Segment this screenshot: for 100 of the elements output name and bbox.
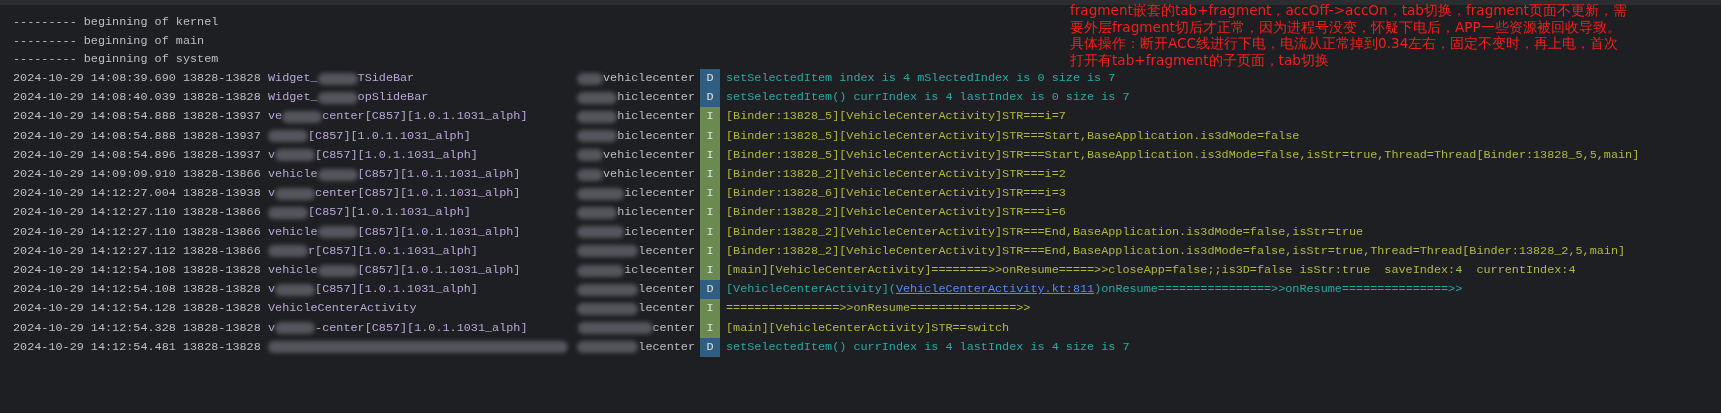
log-tag: [C857][1.0.1.1031_alph] [315,280,478,300]
package-name: vehiclecenter [602,166,695,183]
log-separator: --------- beginning of system [13,51,219,69]
annotation-text: 要外层fragment切后才正常，因为进程号没变，怀疑下电后，APP一些资源被回收导致。 [1070,18,1621,35]
level-badge: I [700,184,720,204]
log-message: setSelectedItem() currIndex is 4 lastIndex is 4 size is 7 [726,338,1130,356]
log-tag: v [268,318,276,338]
level-badge: I [700,222,720,242]
redaction-smudge [317,226,358,239]
package-name: hiclecenter [617,89,695,107]
level-badge: I [700,107,720,127]
level-badge: D [700,280,720,300]
redaction-smudge [577,91,618,104]
log-message: )onResume================>>onResume===============>> [1094,281,1463,299]
log-message: setSelectedItem() currIndex is 4 lastIndex is 0 size is 7 [726,89,1130,107]
log-tag: v [268,184,276,204]
log-message: [VehicleCenterActivity]( [726,281,896,299]
log-timestamp: 2024-10-29 14:08:39.690 13828-13828 [13,70,262,88]
redaction-smudge [317,91,358,104]
package-name: iclecenter [624,223,695,241]
level-badge: I [700,145,720,165]
package-name: lecenter [638,338,695,356]
redaction-smudge [577,226,625,239]
log-timestamp: 2024-10-29 14:12:54.108 13828-13828 [13,261,262,279]
log-tag: Widget_ [268,69,318,89]
package-name: center [652,319,695,337]
level-badge: D [700,69,720,89]
package-name: biclecenter [617,127,695,145]
log-timestamp: 2024-10-29 14:08:40.039 13828-13828 [13,89,262,107]
log-tag: [C857][1.0.1.1031_alph] [357,165,521,185]
level-badge: D [700,337,720,357]
redaction-smudge [577,206,618,219]
annotation-text: 打开有tab+fragment的子页面，tab切换 [1070,51,1329,68]
log-timestamp: 2024-10-29 14:08:54.888 13828-13937 [13,108,262,126]
log-tag: vehicle [268,165,318,185]
package-name: hiclecenter [617,108,695,126]
redaction-smudge [317,168,358,181]
log-timestamp: 2024-10-29 14:12:27.112 13828-13866 [13,242,262,260]
log-tag: v [268,280,276,300]
annotation-text: fragment嵌套的tab+fragment，accOff->accOn，tab切换，fragment页面不更新，需 [1070,2,1627,19]
log-timestamp: 2024-10-29 14:12:27.004 13828-13938 [13,185,262,203]
log-tag: [C857][1.0.1.1031_alph] [357,260,521,281]
log-timestamp: 2024-10-29 14:12:54.328 13828-13828 [13,319,262,337]
package-name: vehiclecenter [602,70,695,88]
redaction-smudge [275,187,316,200]
package-name: vehiclecenter [602,146,695,164]
package-name: lecenter [638,242,695,260]
redaction-smudge [275,322,316,335]
log-message: [Binder:13828_2][VehicleCenterActivity]STR===End,BaseApplication.is3dMode=false,isStr=true,Thread=Thread[Binder:13828_2,5,main] [726,242,1626,260]
log-tag: ve [268,107,283,127]
redaction-smudge [577,130,618,143]
redaction-smudge [577,264,625,277]
log-timestamp: 2024-10-29 14:12:54.128 13828-13828 [13,300,262,318]
package-name: lecenter [638,300,695,318]
log-message: [Binder:13828_6][VehicleCenterActivity]STR===i=3 [726,185,1066,203]
redaction-smudge [268,245,308,258]
annotation-text: 具体操作：断开ACC线进行下电，电流从正常掉到0.34左右，固定不变时，再上电，首次 [1070,35,1619,52]
log-tag: v [268,145,276,165]
log-separator: --------- beginning of kernel [13,14,219,31]
package-name: iclecenter [624,261,695,279]
redaction-smudge [317,72,358,85]
package-name: hiclecenter [617,204,695,222]
log-tag: center[C857][1.0.1.1031_alph] [322,107,528,127]
log-timestamp: 2024-10-29 14:12:54.108 13828-13828 [13,281,262,299]
log-timestamp: 2024-10-29 14:08:54.896 13828-13937 [13,146,262,164]
level-badge: I [700,241,720,261]
package-name: iclecenter [624,185,695,203]
log-separator: --------- beginning of main [13,32,205,50]
package-name: lecenter [638,281,695,299]
log-tag: opSlideBar [357,88,429,108]
log-message: [Binder:13828_5][VehicleCenterActivity]STR===Start,BaseApplication.is3dMode=false,isStr=true,Thread=Thread[Binder:13828_5,5,main] [726,146,1640,164]
log-tag: r[C857][1.0.1.1031_alph] [308,241,478,261]
level-badge: I [700,299,720,319]
log-message: [main][VehicleCenterActivity]========>>onResume=====>>closeApp=false;;is3D=false isStr:true saveIndex:4 currentIndex:4 [726,261,1576,279]
log-tag: VehicleCenterActivity [268,299,417,319]
redaction-smudge [317,264,358,277]
level-badge: I [700,203,720,223]
redaction-smudge [577,341,639,354]
redaction-smudge [282,111,323,124]
log-message: [Binder:13828_5][VehicleCenterActivity]STR===i=7 [726,108,1066,126]
log-timestamp: 2024-10-29 14:08:54.888 13828-13937 [13,127,262,145]
redaction-smudge [577,245,639,258]
log-message: [main][VehicleCenterActivity]STR==switch [726,319,1010,337]
log-tag: vehicle [268,260,318,281]
log-message: setSelectedItem index is 4 mSlectedIndex is 0 size is 7 [726,70,1116,88]
log-tag: [C857][1.0.1.1031_alph] [315,145,478,165]
log-tag: [C857][1.0.1.1031_alph] [308,126,471,146]
source-link[interactable]: VehicleCenterActivity.kt:811 [895,280,1095,300]
redaction-smudge [577,111,618,124]
log-tag: Widget_ [268,88,318,108]
redaction-smudge [577,187,625,200]
redaction-smudge [577,283,639,296]
log-message: [Binder:13828_2][VehicleCenterActivity]STR===End,BaseApplication.is3dMode=false,isStr=true [726,223,1364,241]
log-message: [Binder:13828_5][VehicleCenterActivity]STR===Start,BaseApplication.is3dMode=false [726,127,1300,145]
redaction-smudge [275,283,316,296]
level-badge: I [700,318,720,338]
level-badge: I [700,165,720,185]
level-badge: I [700,260,720,281]
redaction-smudge [275,149,316,162]
redaction-smudge [576,168,603,181]
